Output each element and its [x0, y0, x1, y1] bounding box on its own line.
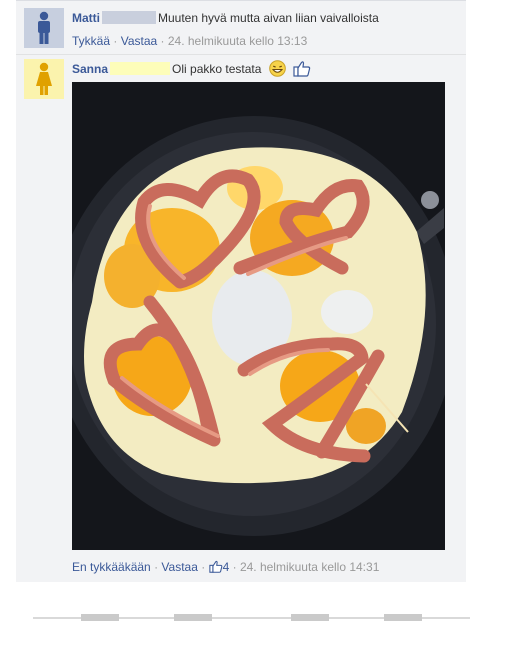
- comment: Matti Muuten hyvä mutta aivan liian vaiva…: [16, 4, 466, 54]
- pager-segment[interactable]: [174, 614, 212, 621]
- photo-image: [72, 82, 445, 550]
- author-name[interactable]: Matti: [72, 11, 100, 25]
- timestamp[interactable]: 24. helmikuuta kello 13:13: [168, 34, 307, 48]
- separator: ·: [201, 560, 206, 574]
- comment: Sanna Oli pakko testata En tykkääkään · …: [16, 54, 466, 583]
- redacted-surname: [102, 11, 156, 24]
- separator: ·: [113, 34, 118, 48]
- attached-photo[interactable]: [72, 82, 445, 550]
- comment-actions: Tykkää · Vastaa · 24. helmikuuta kello 1…: [72, 34, 307, 48]
- comment-text: Muuten hyvä mutta aivan liian vaivallois…: [158, 11, 379, 25]
- avatar[interactable]: [24, 59, 64, 99]
- unlike-link[interactable]: En tykkääkään: [72, 560, 151, 574]
- separator: ·: [232, 560, 237, 574]
- separator: ·: [160, 34, 165, 48]
- female-silhouette-icon: [36, 62, 52, 95]
- like-count[interactable]: 4: [208, 560, 233, 574]
- pager-segment[interactable]: [81, 614, 119, 621]
- comment-body: Matti Muuten hyvä mutta aivan liian vaiva…: [72, 11, 379, 25]
- reply-link[interactable]: Vastaa: [121, 34, 157, 48]
- thread-top-divider: [16, 0, 466, 1]
- avatar[interactable]: [24, 8, 64, 48]
- pager-segment[interactable]: [384, 614, 422, 621]
- comment-actions: En tykkääkään · Vastaa · 4 · 24. helmiku…: [72, 560, 379, 574]
- like-link[interactable]: Tykkää: [72, 34, 110, 48]
- comment-body: Sanna Oli pakko testata: [72, 60, 311, 80]
- author-name[interactable]: Sanna: [72, 62, 108, 76]
- grin-emoticon-icon: [268, 60, 286, 80]
- reply-link[interactable]: Vastaa: [161, 560, 197, 574]
- like-count-value: 4: [222, 560, 230, 574]
- timestamp[interactable]: 24. helmikuuta kello 14:31: [240, 560, 379, 574]
- pager-segment[interactable]: [291, 614, 329, 621]
- thumbs-up-emoticon-icon: [293, 60, 311, 80]
- thumbs-up-icon: [208, 560, 222, 573]
- redacted-surname: [110, 62, 171, 75]
- separator: ·: [154, 560, 159, 574]
- comment-text: Oli pakko testata: [172, 62, 262, 76]
- male-silhouette-icon: [38, 11, 50, 44]
